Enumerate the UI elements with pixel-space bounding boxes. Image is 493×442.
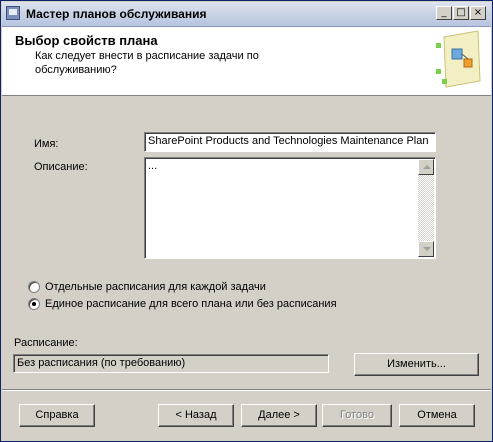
wizard-header: Выбор свойств плана Как следует внести в…	[2, 27, 491, 96]
window-title: Мастер планов обслуживания	[26, 7, 207, 21]
name-label: Имя:	[34, 138, 59, 150]
radio-single-label[interactable]: Единое расписание для всего плана или бе…	[45, 298, 337, 310]
title-bar[interactable]: Мастер планов обслуживания _ □ ×	[2, 2, 491, 27]
minimize-button[interactable]: _	[436, 6, 452, 20]
finish-button[interactable]: Готово	[322, 404, 392, 427]
wizard-window: Мастер планов обслуживания _ □ × Выбор с…	[0, 0, 493, 442]
close-button[interactable]: ×	[470, 6, 486, 20]
radio-separate-label[interactable]: Отдельные расписания для каждой задачи	[45, 281, 266, 293]
plan-name-input[interactable]: SharePoint Products and Technologies Mai…	[144, 132, 436, 152]
change-schedule-button[interactable]: Изменить...	[354, 353, 479, 376]
schedule-field: Без расписания (по требованию)	[13, 354, 329, 373]
radio-single-schedule[interactable]	[28, 298, 40, 310]
radio-separate-schedules[interactable]	[28, 281, 40, 293]
next-button[interactable]: Далее >	[241, 404, 317, 427]
scroll-down-button[interactable]	[418, 241, 434, 257]
description-scrollbar[interactable]	[418, 159, 434, 257]
arrow-up-icon	[423, 165, 431, 169]
scroll-up-button[interactable]	[418, 159, 434, 175]
description-text: ...	[148, 160, 158, 172]
description-textarea[interactable]: ...	[144, 157, 436, 259]
page-title: Выбор свойств плана	[15, 33, 158, 48]
wizard-graphic-icon	[436, 30, 481, 88]
back-button[interactable]: < Назад	[158, 404, 234, 427]
schedule-label: Расписание:	[14, 337, 78, 349]
description-label: Описание:	[34, 161, 88, 173]
cancel-button[interactable]: Отмена	[399, 404, 475, 427]
footer-divider	[2, 389, 491, 391]
window-icon[interactable]	[6, 6, 20, 20]
arrow-down-icon	[423, 247, 431, 251]
help-button[interactable]: Справка	[19, 404, 95, 427]
maximize-button[interactable]: □	[453, 6, 469, 20]
page-subtitle: Как следует внести в расписание задачи п…	[35, 50, 259, 76]
